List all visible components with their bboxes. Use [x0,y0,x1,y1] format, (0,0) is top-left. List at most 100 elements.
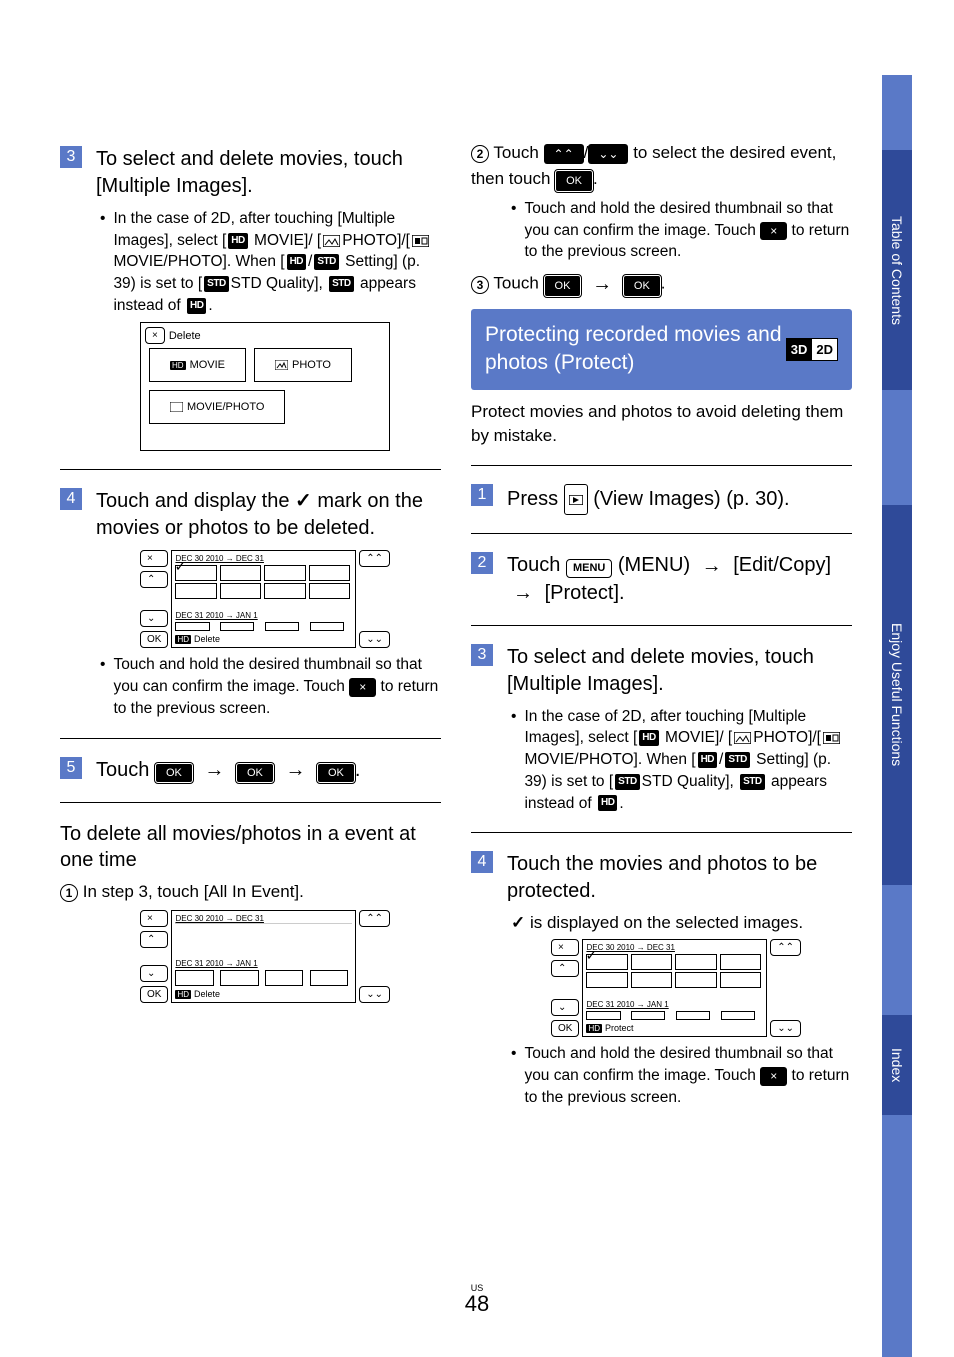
step-number: 3 [471,644,493,666]
movie-option[interactable]: HDMOVIE [149,348,246,382]
step-title: Touch the movies and photos to be protec… [507,851,852,905]
std-icon: STD [615,774,640,790]
step-5-heading: 5 Touch OK → OK → OK. [60,757,441,784]
arrow-right-icon: → [592,273,612,295]
ok-button-icon: OK [155,763,193,784]
close-button[interactable]: × [551,939,579,956]
step-title: To select and delete movies, touch [Mult… [96,146,441,200]
step-number: 1 [471,484,493,506]
page-up-icon: ⌃⌃ [544,144,584,164]
all-in-event-screen-illustration: × ⌃ ⌄ OK DEC 30 2010 → DEC 31 DEC 31 201… [140,910,441,1003]
close-icon: × [349,678,376,697]
tab-index[interactable]: Index [882,1015,912,1115]
ok-button[interactable]: OK [140,631,168,648]
tag-3d: 3D [786,338,813,362]
side-tabs: Table of Contents Enjoy Useful Functions… [882,0,912,1357]
divider [60,469,441,470]
subsection-heading: To delete all movies/photos in a event a… [60,821,441,873]
menu-button-icon: MENU [566,559,612,578]
page-down-button[interactable]: ⌄⌄ [359,986,390,1003]
step-title: Touch MENU (MENU) → [Edit/Copy] → [Prote… [507,552,852,606]
std-icon: STD [725,752,750,768]
date-label-2: DEC 31 2010 → JAN 1 [175,959,352,968]
movie-photo-option[interactable]: MOVIE/PHOTO [149,390,285,424]
step-title: To select and delete movies, touch [Mult… [507,644,852,698]
step-number: 4 [60,488,82,510]
protect-screen-illustration: × ⌃ ⌄ OK DEC 30 2010 → DEC 31 ✓ [551,939,852,1037]
section-title: Protecting recorded movies and photos (P… [485,321,786,378]
bullet-icon: • [511,198,516,263]
scroll-down-button[interactable]: ⌄ [551,999,579,1016]
scroll-down-button[interactable]: ⌄ [140,965,168,982]
step-title: Touch and display the ✓ mark on the movi… [96,488,441,542]
ok-button-icon: OK [544,275,582,298]
scroll-up-button[interactable]: ⌃ [140,931,168,948]
close-button[interactable]: × [140,910,168,927]
mode-label: Delete [194,989,220,999]
divider [471,625,852,626]
check-icon: ✓ [511,913,525,932]
hd-icon: HD [228,233,247,249]
mode-label: Delete [194,634,220,644]
divider [60,802,441,803]
movie-photo-icon [823,732,840,744]
std-icon: STD [314,254,339,270]
circled-number: 2 [471,145,489,163]
page-up-button[interactable]: ⌃⌃ [770,939,801,956]
note-text: In the case of 2D, after touching [Multi… [113,208,441,316]
ok-button-icon: OK [317,763,355,784]
step-number: 5 [60,757,82,779]
divider [471,533,852,534]
date-label-1: DEC 30 2010 → DEC 31 [586,943,763,952]
photo-option[interactable]: PHOTO [254,348,352,382]
check-note: ✓ is displayed on the selected images. [511,913,852,933]
right-column: 2 Touch ⌃⌃/⌄⌄ to select the desired even… [471,140,852,1327]
note-text: In the case of 2D, after touching [Multi… [524,706,852,814]
circled-number: 1 [60,884,78,902]
page-number: 48 [465,1291,489,1316]
page-down-icon: ⌄⌄ [588,144,628,164]
hd-icon: HD [170,361,186,370]
note-text: Touch and hold the desired thumbnail so … [113,654,441,719]
note-text: Touch and hold the desired thumbnail so … [524,198,852,263]
step-3-heading: 3 To select and delete movies, touch [Mu… [60,146,441,200]
delete-dialog-illustration: × Delete HDMOVIE PHOTO MOVIE/PHOTO [140,322,441,451]
close-button[interactable]: × [145,327,165,344]
divider [60,738,441,739]
section-intro: Protect movies and photos to avoid delet… [471,400,852,448]
bullet-icon: • [511,1043,516,1108]
tag-2d: 2D [812,338,838,362]
tab-toc[interactable]: Table of Contents [882,150,912,390]
page-down-button[interactable]: ⌄⌄ [359,631,390,648]
photo-icon [275,360,288,370]
arrow-right-icon: → [513,582,533,604]
step-3b-note: • In the case of 2D, after touching [Mul… [511,706,852,814]
step-1-heading: 1 Press (View Images) (p. 30). [471,484,852,515]
page-footer: US 48 [465,1286,489,1317]
ok-button[interactable]: OK [140,986,168,1003]
hd-icon: HD [586,1024,602,1033]
scroll-up-button[interactable]: ⌃ [140,571,168,588]
tab-enjoy-useful-functions[interactable]: Enjoy Useful Functions [882,505,912,885]
substep-2: 2 Touch ⌃⌃/⌄⌄ to select the desired even… [471,140,852,192]
date-label-2: DEC 31 2010 → JAN 1 [175,611,352,620]
page-up-button[interactable]: ⌃⌃ [359,550,390,567]
ok-button[interactable]: OK [551,1020,579,1037]
page-down-button[interactable]: ⌄⌄ [770,1020,801,1037]
date-label-1: DEC 30 2010 → DEC 31 [175,554,352,563]
thumbnail-hold-note: • Touch and hold the desired thumbnail s… [511,1043,852,1108]
step-4b-heading: 4 Touch the movies and photos to be prot… [471,851,852,905]
close-button[interactable]: × [140,550,168,567]
section-title-box: Protecting recorded movies and photos (P… [471,309,852,390]
step-title: Touch OK → OK → OK. [96,757,360,784]
bullet-icon: • [511,706,516,814]
hd-icon: HD [175,990,191,999]
scroll-up-button[interactable]: ⌃ [551,960,579,977]
std-icon: STD [204,276,229,292]
std-icon: STD [740,774,765,790]
hd-icon: HD [598,795,617,811]
ok-button-icon: OK [555,170,593,193]
page-up-button[interactable]: ⌃⌃ [359,910,390,927]
scroll-down-button[interactable]: ⌄ [140,610,168,627]
std-icon: STD [329,276,354,292]
